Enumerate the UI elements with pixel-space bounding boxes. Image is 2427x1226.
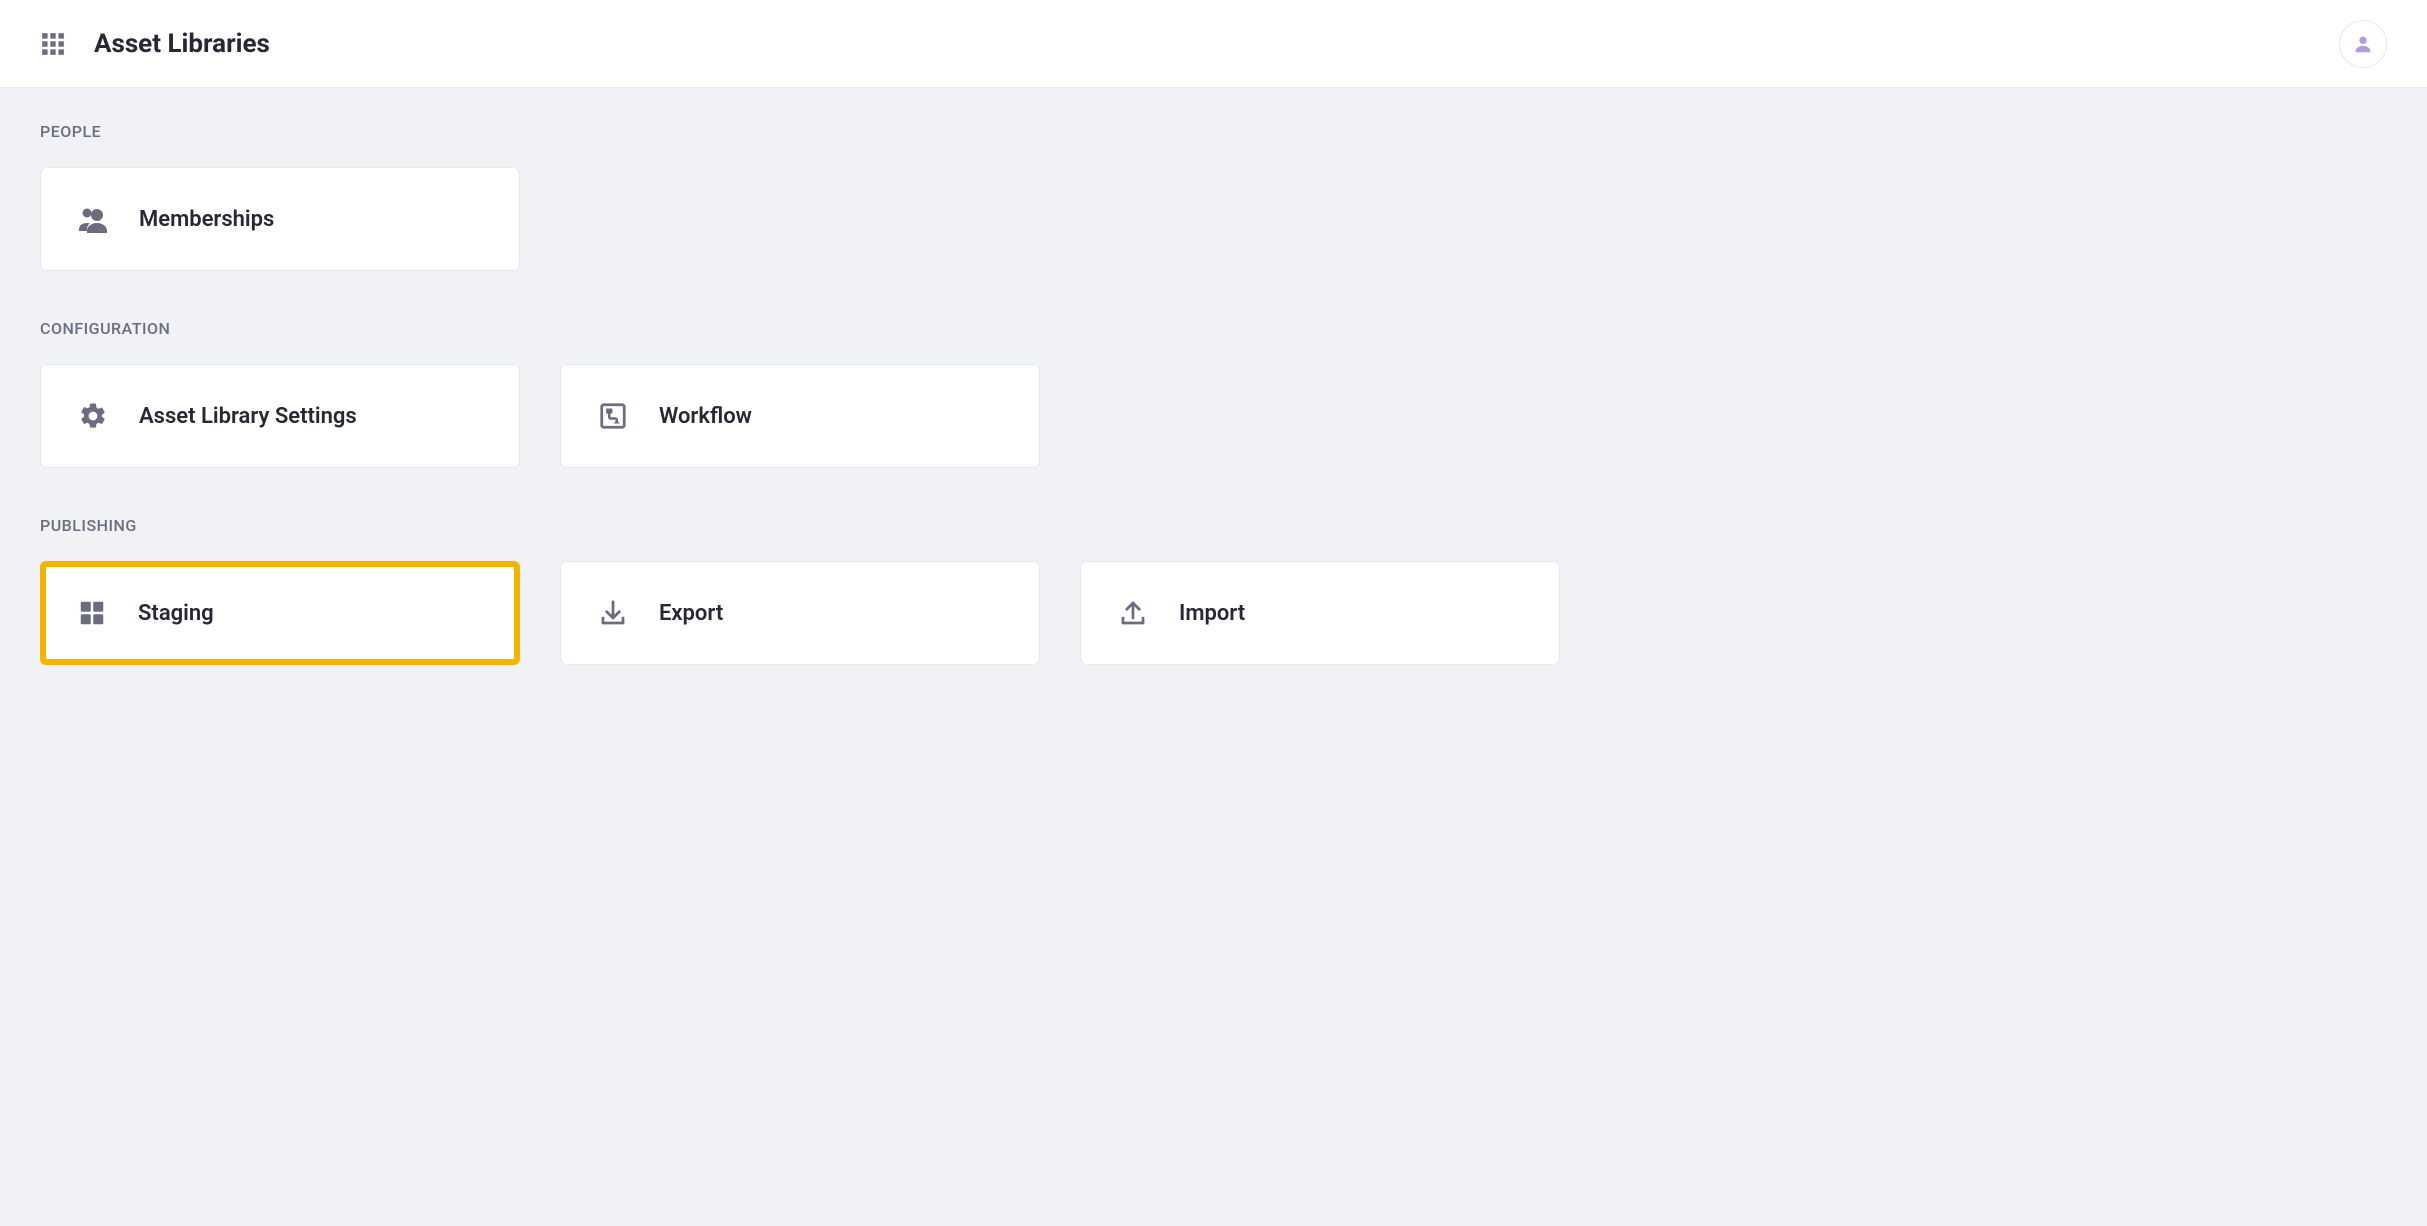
card-import[interactable]: Import (1080, 561, 1560, 665)
cards-row-configuration: Asset Library Settings Workflow (40, 364, 2387, 468)
card-label-export: Export (659, 601, 723, 626)
user-icon (2352, 33, 2374, 55)
card-label-memberships: Memberships (139, 207, 274, 232)
upload-icon (1117, 598, 1149, 628)
staging-icon (76, 598, 108, 628)
download-icon (597, 598, 629, 628)
section-label-configuration: CONFIGURATION (40, 319, 2387, 338)
section-label-publishing: PUBLISHING (40, 516, 2387, 535)
card-asset-library-settings[interactable]: Asset Library Settings (40, 364, 520, 468)
user-avatar-button[interactable] (2339, 20, 2387, 68)
cards-row-people: Memberships (40, 167, 2387, 271)
topbar: Asset Libraries (0, 0, 2427, 88)
cards-row-publishing: Staging Export (40, 561, 2387, 665)
card-label-staging: Staging (138, 601, 214, 626)
gear-icon (77, 401, 109, 431)
card-label-workflow: Workflow (659, 404, 752, 429)
content: PEOPLE Memberships CONFIGURATION Asset (0, 88, 2427, 753)
card-export[interactable]: Export (560, 561, 1040, 665)
card-memberships[interactable]: Memberships (40, 167, 520, 271)
card-workflow[interactable]: Workflow (560, 364, 1040, 468)
page-title: Asset Libraries (94, 29, 270, 59)
card-staging[interactable]: Staging (40, 561, 520, 665)
section-label-people: PEOPLE (40, 122, 2387, 141)
users-icon (77, 205, 109, 233)
card-label-settings: Asset Library Settings (139, 404, 357, 429)
apps-grid-icon[interactable] (40, 31, 66, 57)
card-label-import: Import (1179, 601, 1245, 626)
topbar-left: Asset Libraries (40, 29, 270, 59)
workflow-icon (597, 401, 629, 431)
